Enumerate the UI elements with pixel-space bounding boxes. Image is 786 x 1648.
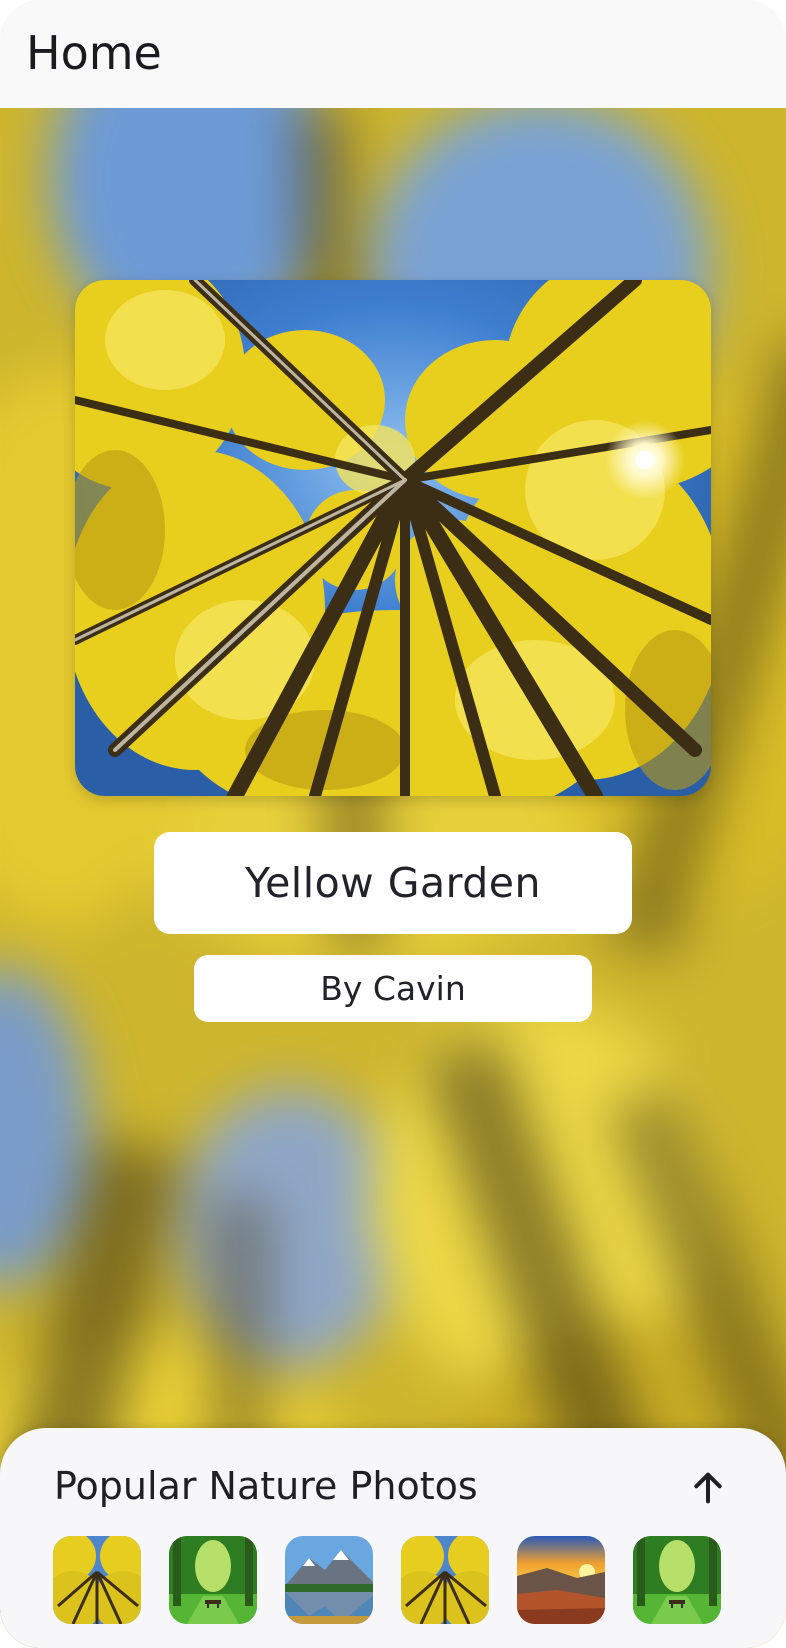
expand-sheet-button[interactable]: [684, 1464, 732, 1512]
photo-author-card: By Cavin: [194, 955, 592, 1022]
photo-title-card: Yellow Garden: [154, 832, 632, 934]
thumbnail-green-forest[interactable]: [169, 1536, 257, 1624]
thumbnail-green-forest-2[interactable]: [633, 1536, 721, 1624]
thumbnail-sunset-canyon[interactable]: [517, 1536, 605, 1624]
sheet-title: Popular Nature Photos: [54, 1464, 478, 1508]
photo-author: By Cavin: [320, 969, 466, 1008]
thumbnail-mountain-lake[interactable]: [285, 1536, 373, 1624]
featured-photo[interactable]: [75, 280, 711, 796]
phone-screen: Home Yellow Garden By Cavin Popular Natu…: [0, 0, 786, 1648]
thumbnail-yellow-aspen-2[interactable]: [401, 1536, 489, 1624]
page-title: Home: [26, 26, 162, 80]
thumbnail-row: [53, 1536, 743, 1624]
photo-title: Yellow Garden: [244, 859, 542, 907]
app-bar: Home: [0, 0, 786, 108]
thumbnail-yellow-aspen[interactable]: [53, 1536, 141, 1624]
arrow-up-icon: [694, 1472, 722, 1504]
popular-photos-sheet[interactable]: Popular Nature Photos: [0, 1428, 786, 1648]
